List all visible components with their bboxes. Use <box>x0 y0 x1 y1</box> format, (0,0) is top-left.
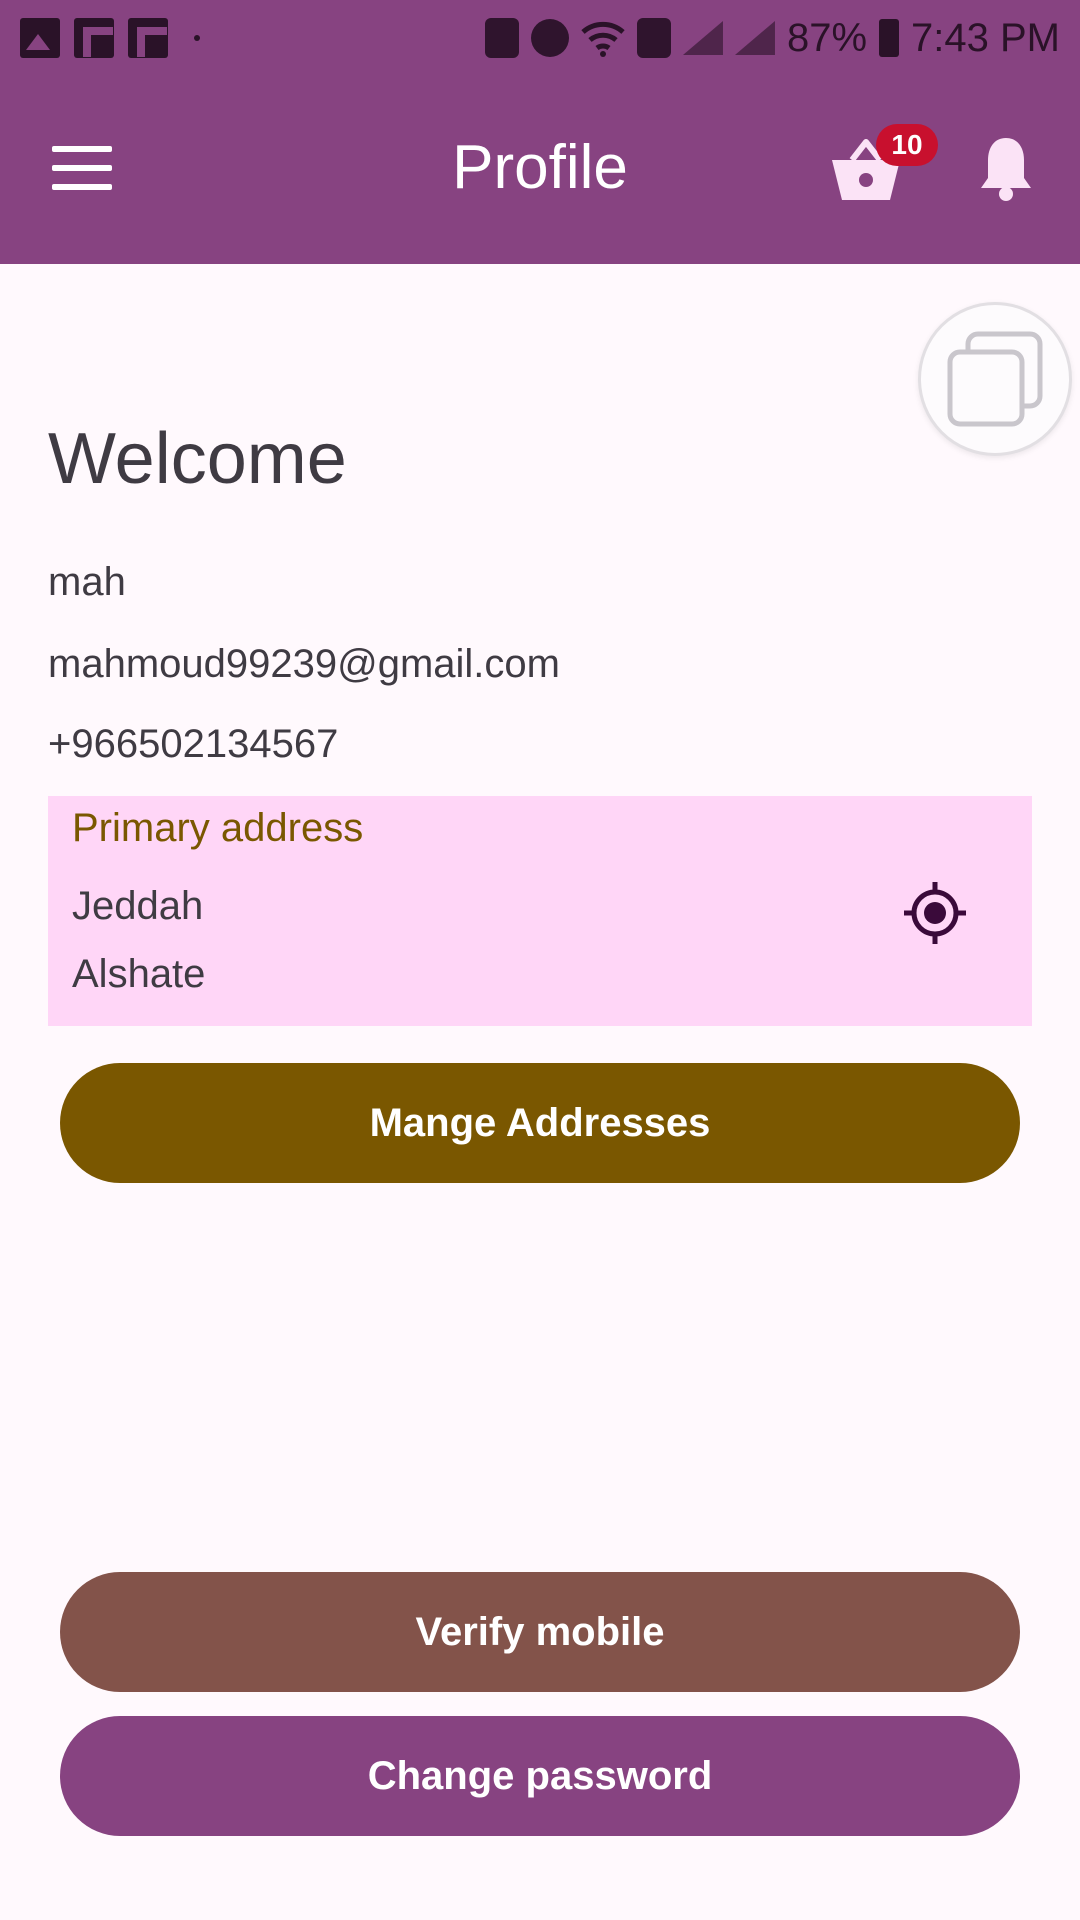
user-email: mahmoud99239@gmail.com <box>48 642 560 686</box>
notification-bell-icon[interactable] <box>978 134 1034 202</box>
image-icon <box>20 18 60 58</box>
status-bar: 87% 7:43 PM <box>0 0 1080 76</box>
user-phone: +966502134567 <box>48 722 339 766</box>
battery-icon <box>879 19 900 57</box>
gps-target-icon[interactable] <box>902 880 968 946</box>
welcome-heading: Welcome <box>48 419 347 499</box>
cart-count-badge: 10 <box>876 124 938 166</box>
flipboard-icon <box>128 18 168 58</box>
alarm-icon <box>530 19 569 57</box>
dot-icon <box>194 35 200 41</box>
address-street: Alshate <box>72 952 206 996</box>
recycle-icon <box>484 18 519 58</box>
change-password-button[interactable]: Change password <box>60 1716 1020 1836</box>
sim-icon <box>636 18 671 58</box>
address-title: Primary address <box>72 806 364 850</box>
signal-icon <box>734 21 775 55</box>
hamburger-menu-icon[interactable] <box>52 146 112 194</box>
primary-address-card: Primary address Jeddah Alshate <box>48 796 1032 1026</box>
verify-mobile-button[interactable]: Verify mobile <box>60 1572 1020 1692</box>
app-bar: Profile 10 <box>0 76 1080 264</box>
address-city: Jeddah <box>72 884 204 928</box>
status-left-icons <box>20 18 200 58</box>
copy-windows-icon <box>947 331 1043 427</box>
status-right-icons: 87% 7:43 PM <box>484 15 1060 61</box>
copy-windows-button[interactable] <box>918 302 1072 456</box>
user-name: mah <box>48 560 126 604</box>
battery-percent: 87% <box>786 15 868 60</box>
clock: 7:43 PM <box>911 15 1060 60</box>
flipboard-icon <box>74 18 114 58</box>
signal-icon <box>682 21 723 55</box>
manage-addresses-button[interactable]: Mange Addresses <box>60 1063 1020 1183</box>
wifi-icon <box>581 21 625 57</box>
